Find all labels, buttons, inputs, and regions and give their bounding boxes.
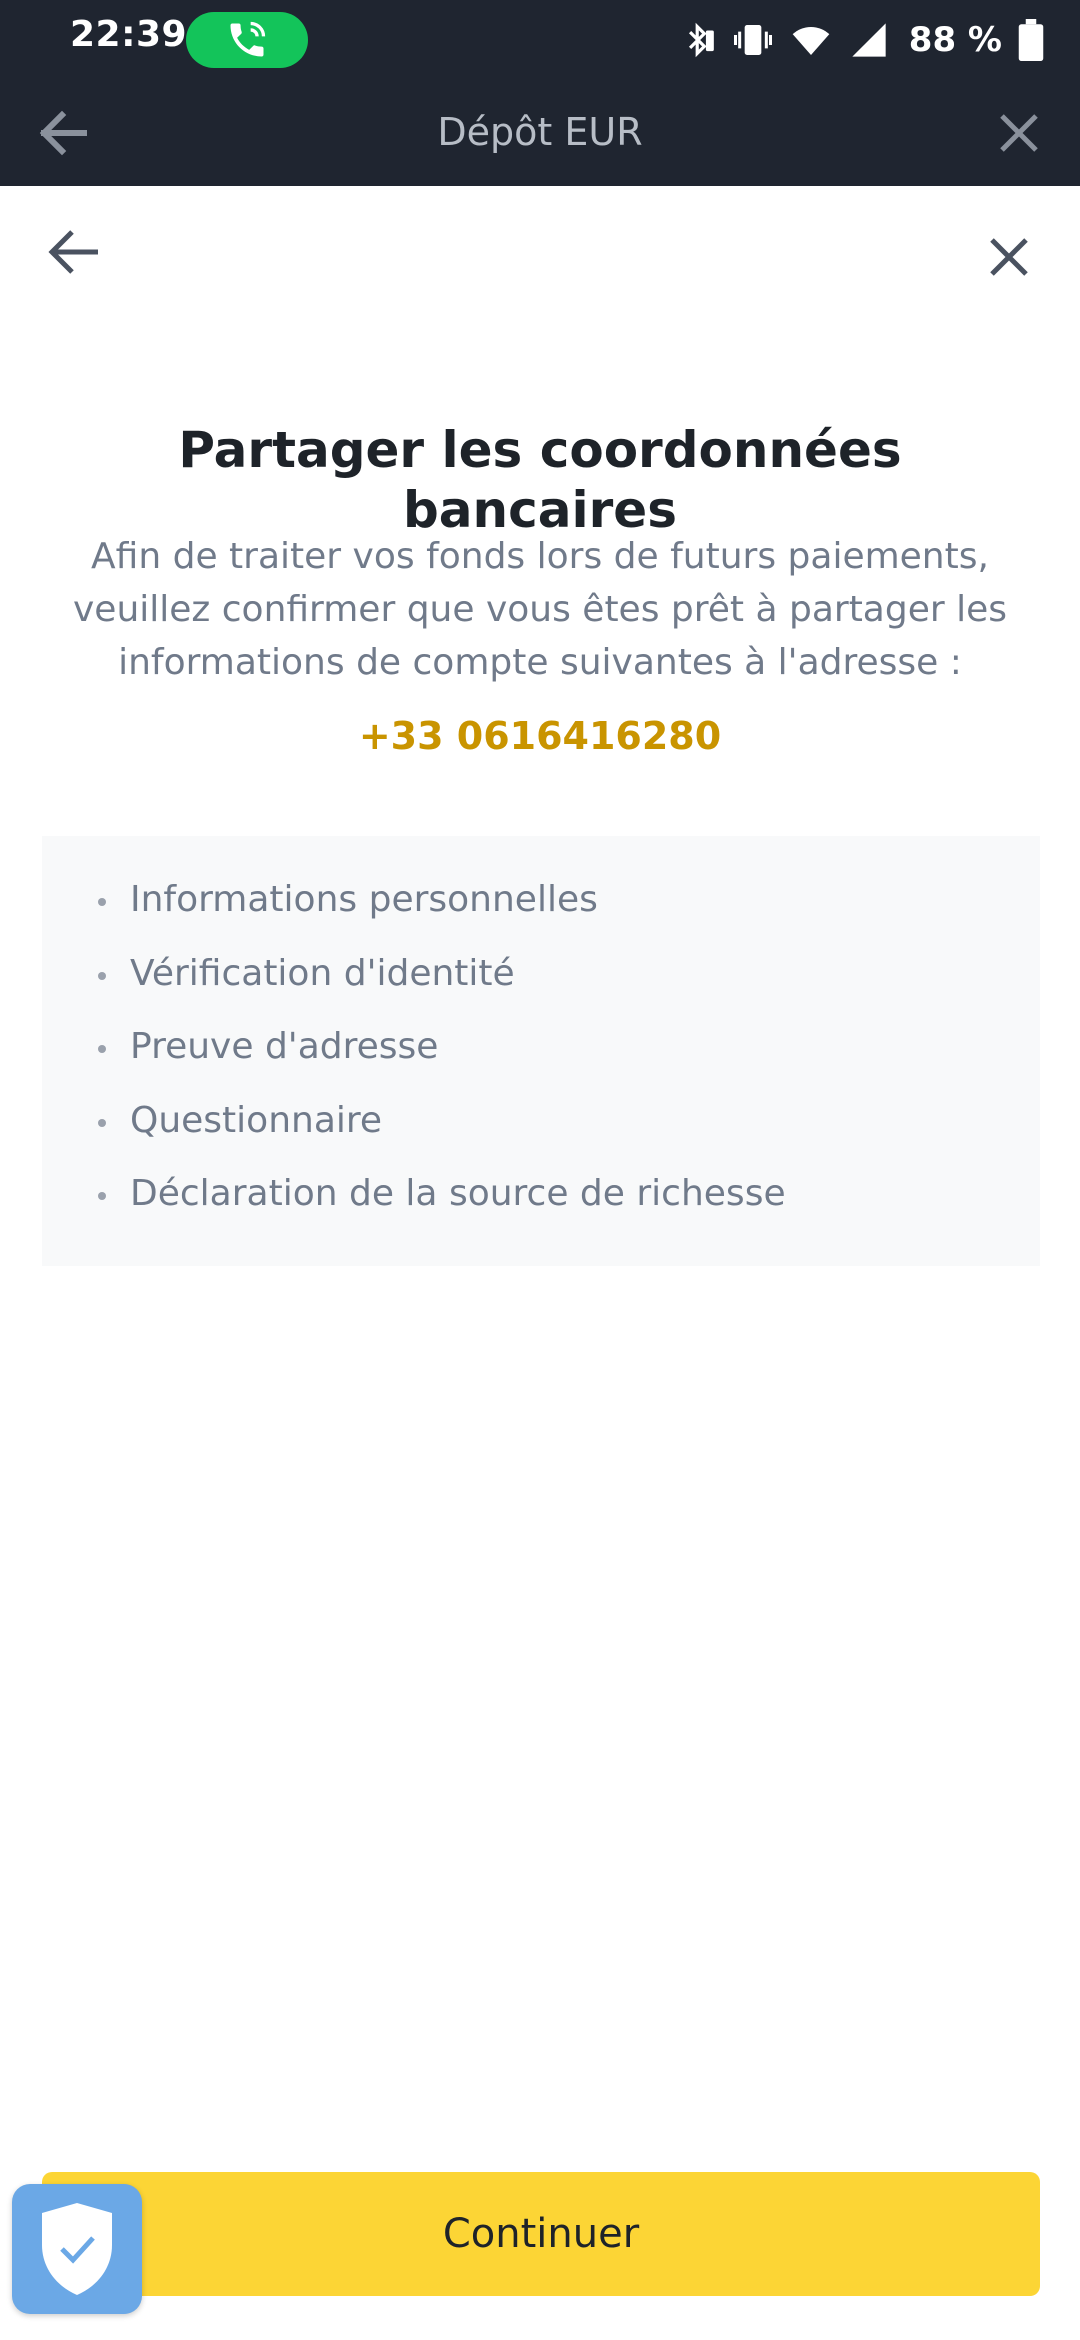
bullet-icon <box>98 1045 106 1053</box>
security-shield-button[interactable] <box>12 2184 142 2314</box>
list-item-label: Questionnaire <box>130 1099 383 1141</box>
app-header: Dépôt EUR <box>0 80 1080 186</box>
bullet-icon <box>98 1118 106 1127</box>
battery-percent: 88 % <box>908 20 1002 60</box>
status-icons: 88 % <box>679 14 1044 66</box>
bluetooth-icon <box>679 16 717 64</box>
list-item: Preuve d'adresse <box>42 1027 1040 1101</box>
close-button[interactable] <box>988 236 1030 278</box>
list-item-label: Preuve d'adresse <box>130 1026 439 1067</box>
header-close-button[interactable] <box>998 112 1040 154</box>
close-icon <box>990 238 1028 276</box>
signal-icon <box>849 16 889 64</box>
list-item-label: Vérification d'identité <box>130 952 515 994</box>
list-item-label: Informations personnelles <box>130 879 598 920</box>
list-item: Informations personnelles <box>42 880 1040 954</box>
bullet-icon <box>98 898 106 906</box>
status-time: 22:39 <box>70 14 188 55</box>
shared-info-list-box: Informations personnelles Vérification d… <box>42 836 1040 1266</box>
shared-info-list: Informations personnelles Vérification d… <box>42 880 1040 1248</box>
header-title: Dépôt EUR <box>437 110 643 154</box>
phone-call-icon <box>230 21 266 57</box>
close-icon <box>1000 114 1038 152</box>
page-title: Partager les coordonnées bancaires <box>178 421 902 539</box>
list-item: Questionnaire <box>42 1099 1040 1175</box>
list-item: Vérification d'identité <box>42 952 1040 1028</box>
vibrate-icon <box>733 16 773 64</box>
page-description: Afin de traiter vos fonds lors de futurs… <box>72 536 1008 683</box>
ongoing-call-pill[interactable] <box>186 12 308 68</box>
status-bar: 22:39 88 % <box>0 0 1080 80</box>
shield-check-icon <box>42 2203 112 2295</box>
list-item-label: Déclaration de la source de richesse <box>130 1173 786 1214</box>
bullet-icon <box>98 971 106 980</box>
back-button[interactable] <box>46 228 102 276</box>
recipient-phone: +33 0616416280 <box>358 714 722 758</box>
arrow-left-icon <box>48 230 98 274</box>
wifi-icon <box>789 16 833 64</box>
battery-icon <box>1018 16 1044 64</box>
list-item: Déclaration de la source de richesse <box>42 1174 1040 1248</box>
continue-button[interactable]: Continuer <box>42 2172 1040 2296</box>
bullet-icon <box>98 1192 106 1200</box>
